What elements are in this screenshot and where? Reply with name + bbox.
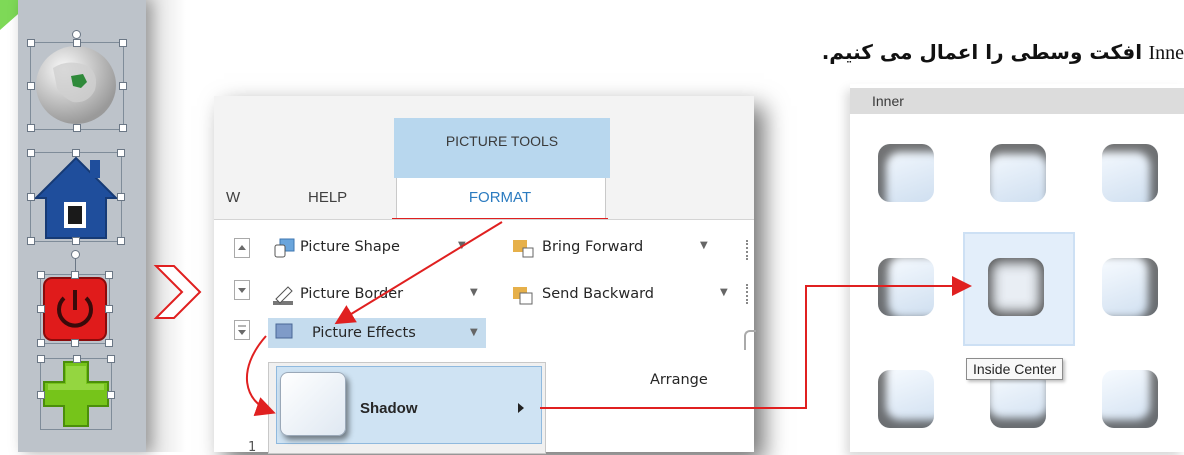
instruction-text-persian: افکت وسطی را اعمال می کنیم. <box>821 40 1143 64</box>
bring-forward-icon <box>513 240 534 258</box>
bring-forward-button[interactable]: Bring Forward ▼ <box>512 236 742 262</box>
tab-help[interactable]: HELP <box>308 189 347 206</box>
tab-format-label: FORMAT <box>468 189 532 206</box>
send-backward-button[interactable]: Send Backward ▼ <box>512 283 742 309</box>
globe-iran-icon[interactable] <box>27 12 127 132</box>
group-icon[interactable] <box>746 284 756 304</box>
rotate-icon[interactable] <box>744 330 756 350</box>
gallery-more-button[interactable] <box>234 320 250 340</box>
status-fragment: 1 <box>248 440 257 455</box>
instruction-heading: افکت وسطی را اعمال می کنیم. Inne <box>822 40 1184 65</box>
power-button-icon[interactable] <box>37 250 113 347</box>
plus-icon[interactable] <box>37 355 115 432</box>
tab-view-fragment[interactable]: W <box>226 189 240 206</box>
picture-effects-icon <box>275 323 293 339</box>
picture-shape-icon <box>274 238 295 258</box>
shadow-thumbnail-icon <box>280 372 346 436</box>
inner-shadow-preset[interactable] <box>990 144 1046 202</box>
gallery-scroll-down-button[interactable] <box>234 280 250 300</box>
inner-shadow-preset-inside-center[interactable] <box>988 258 1044 316</box>
picture-shape-button[interactable]: Picture Shape ▼ <box>272 236 472 262</box>
chevron-down-icon: ▼ <box>458 240 466 251</box>
picture-border-button[interactable]: Picture Border ▼ <box>272 283 482 309</box>
inner-shadow-preset[interactable] <box>1102 258 1158 316</box>
chevron-down-icon: ▼ <box>720 287 728 298</box>
chevron-down-icon: ▼ <box>700 240 708 251</box>
arrange-group-label: Arrange <box>650 372 708 388</box>
inner-shadow-preset[interactable] <box>878 144 934 202</box>
inner-shadow-preset[interactable] <box>1102 370 1158 428</box>
submenu-arrow-icon <box>518 403 524 413</box>
menu-item-shadow-label: Shadow <box>360 400 418 417</box>
preset-tooltip: Inside Center <box>966 358 1064 380</box>
picture-border-icon <box>273 286 293 305</box>
picture-tools-label: PICTURE TOOLS <box>445 133 559 149</box>
gallery-section-label: Inner <box>872 93 904 109</box>
inner-shadow-preset[interactable] <box>1102 144 1158 202</box>
inner-shadow-preset[interactable] <box>878 258 934 316</box>
chevron-right-icon <box>153 265 202 319</box>
chevron-down-icon: ▼ <box>470 287 478 298</box>
house-icon[interactable] <box>27 149 125 245</box>
send-backward-icon <box>513 287 533 305</box>
chevron-down-icon: ▼ <box>470 327 478 338</box>
instruction-text-english: Inne <box>1148 42 1184 64</box>
gallery-scroll-up-button[interactable] <box>234 238 250 258</box>
inner-shadow-preset[interactable] <box>878 370 934 428</box>
align-icon[interactable] <box>746 240 756 260</box>
